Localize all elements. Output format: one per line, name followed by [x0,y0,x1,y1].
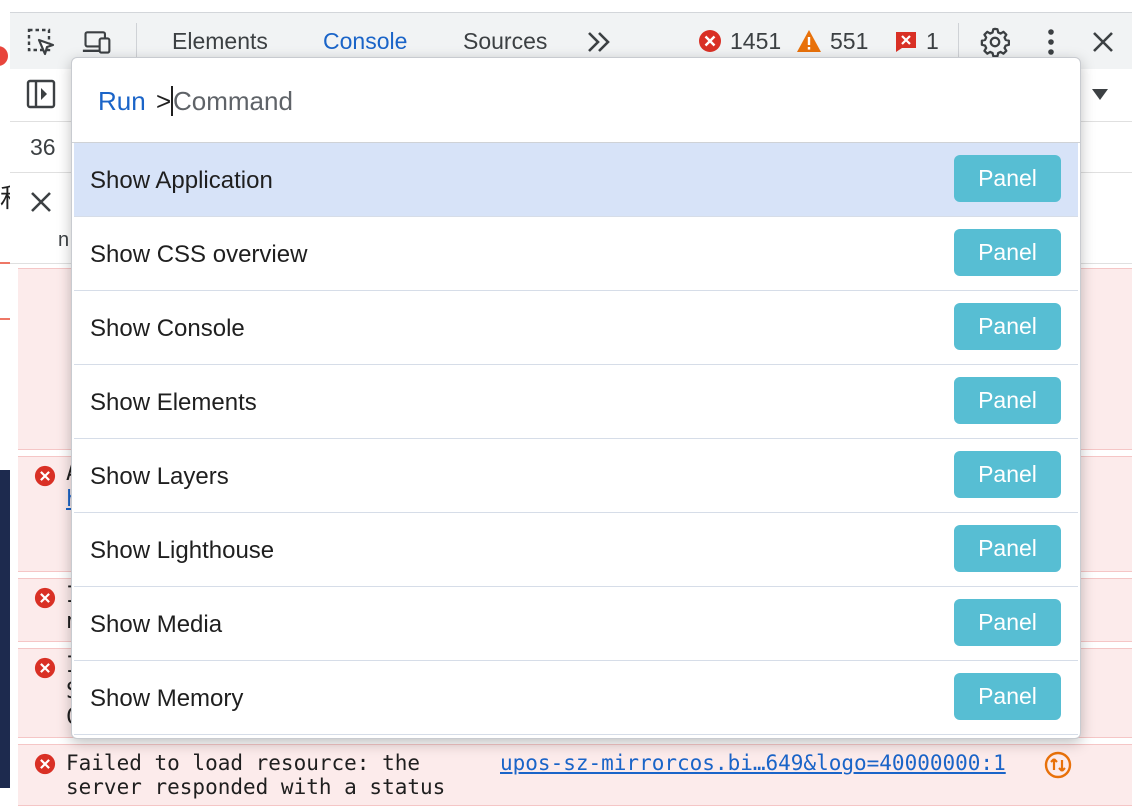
network-sync-icon[interactable] [1044,751,1072,784]
command-label: Show Console [90,315,245,342]
toolbar-separator [958,23,959,59]
panel-tag: Panel [954,673,1061,720]
error-message: Failed to load resource: the server resp… [66,751,446,799]
error-circle-icon [34,465,56,492]
close-devtools-icon[interactable] [1088,27,1118,57]
error-circle-icon [34,587,56,614]
page-image-fragment [0,470,10,788]
error-source-link[interactable]: upos-sz-mirrorcos.bi…649&logo=40000000:1 [500,751,1006,775]
command-item[interactable]: Show Console Panel [74,291,1078,365]
tab-sources[interactable]: Sources [463,27,547,55]
error-circle-icon [698,29,722,53]
warning-triangle-icon [796,29,822,53]
command-item[interactable]: Show Layers Panel [74,439,1078,513]
command-placeholder: Command [173,86,293,116]
issues-counter[interactable]: 1 [894,27,939,55]
tab-elements[interactable]: Elements [172,27,268,55]
console-error-row: Failed to load resource: the server resp… [18,744,1132,806]
filter-text: n [58,229,70,251]
command-item[interactable]: Show Elements Panel [74,365,1078,439]
panel-tag: Panel [954,451,1061,498]
errors-count: 1451 [730,27,782,54]
command-input[interactable]: Run > Command [72,58,1080,143]
error-circle-icon [34,753,56,780]
command-item[interactable]: Show Memory Panel [74,661,1078,735]
command-prefix: Run [98,86,146,116]
panel-tag: Panel [954,377,1061,424]
command-label: Show Media [90,611,223,638]
tab-console[interactable]: Console [323,27,407,55]
device-toolbar-icon[interactable] [82,27,112,57]
panel-tag: Panel [954,599,1061,646]
toolbar-separator [136,23,137,59]
issue-flag-icon [894,29,918,53]
command-item[interactable]: Show Application Panel [74,143,1078,217]
warnings-count: 551 [830,27,869,54]
panel-tag: Panel [954,229,1061,276]
command-label: Show CSS overview [90,241,308,268]
page-divider [0,318,10,320]
messages-count: 36 [30,134,56,160]
panel-tag: Panel [954,303,1061,350]
command-label: Show Application [90,167,273,194]
command-prompt: > [156,86,172,116]
page-viewport-edge [0,0,10,788]
panel-tag: Panel [954,525,1061,572]
command-label: Show Lighthouse [90,537,275,564]
command-item[interactable]: Show Media Panel [74,587,1078,661]
command-item[interactable]: Show CSS overview Panel [74,217,1078,291]
errors-counter[interactable]: 1451 [698,27,781,55]
sidebar-toggle-icon[interactable] [26,79,56,109]
command-label: Show Layers [90,463,229,490]
chevron-double-right-icon[interactable] [584,27,614,57]
more-vertical-icon[interactable] [1036,27,1066,57]
command-label: Show Memory [90,685,244,712]
command-label: Show Elements [90,389,257,416]
issues-count: 1 [926,27,939,54]
close-icon[interactable] [26,187,56,217]
notification-dot [0,46,8,66]
panel-tag: Panel [954,155,1061,202]
log-levels-dropdown-icon[interactable] [1092,89,1108,100]
command-menu: Run > Command Show Application Panel Sho… [71,57,1081,739]
error-circle-icon [34,657,56,684]
inspect-element-icon[interactable] [26,27,56,57]
command-item[interactable]: Show Lighthouse Panel [74,513,1078,587]
page-divider [0,262,10,264]
warnings-counter[interactable]: 551 [796,27,868,55]
gear-icon[interactable] [980,27,1010,58]
